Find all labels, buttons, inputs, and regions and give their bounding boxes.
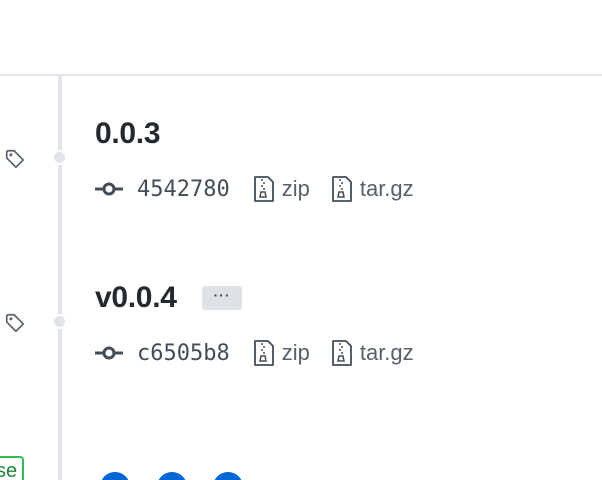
asset-label: zip bbox=[281, 176, 310, 201]
file-zip-icon bbox=[331, 176, 352, 202]
release-options-button[interactable]: ··· bbox=[202, 286, 242, 310]
timeline-dot bbox=[52, 150, 67, 165]
download-targz-link[interactable]: tar.gz bbox=[330, 175, 414, 203]
tag-icon bbox=[5, 149, 25, 169]
asset-label: tar.gz bbox=[359, 176, 414, 201]
release-status-badge: se bbox=[0, 456, 24, 480]
release-title[interactable]: v0.0.4 bbox=[95, 280, 177, 316]
git-commit-icon bbox=[95, 182, 123, 196]
release-timeline bbox=[58, 76, 62, 480]
download-zip-link[interactable]: zip bbox=[252, 175, 310, 203]
header-divider bbox=[0, 74, 602, 76]
commit-sha-link[interactable]: c6505b8 bbox=[137, 341, 230, 366]
file-zip-icon bbox=[253, 340, 274, 366]
download-targz-link[interactable]: tar.gz bbox=[330, 339, 414, 367]
tag-icon bbox=[5, 313, 25, 333]
avatar[interactable] bbox=[157, 472, 187, 480]
release-meta: 4542780 zip tar.gz bbox=[95, 174, 434, 204]
commit-sha-link[interactable]: 4542780 bbox=[137, 177, 230, 202]
git-commit-icon bbox=[95, 346, 123, 360]
release-title[interactable]: 0.0.3 bbox=[95, 116, 161, 152]
file-zip-icon bbox=[331, 340, 352, 366]
timeline-dot bbox=[52, 314, 67, 329]
download-zip-link[interactable]: zip bbox=[252, 339, 310, 367]
asset-label: zip bbox=[281, 340, 310, 365]
asset-label: tar.gz bbox=[359, 340, 414, 365]
file-zip-icon bbox=[253, 176, 274, 202]
releases-page: 0.0.3 4542780 zip tar.gz v0.0.4 ··· c650… bbox=[0, 0, 602, 480]
release-meta: c6505b8 zip tar.gz bbox=[95, 338, 434, 368]
avatar[interactable] bbox=[213, 472, 243, 480]
avatar[interactable] bbox=[100, 472, 130, 480]
